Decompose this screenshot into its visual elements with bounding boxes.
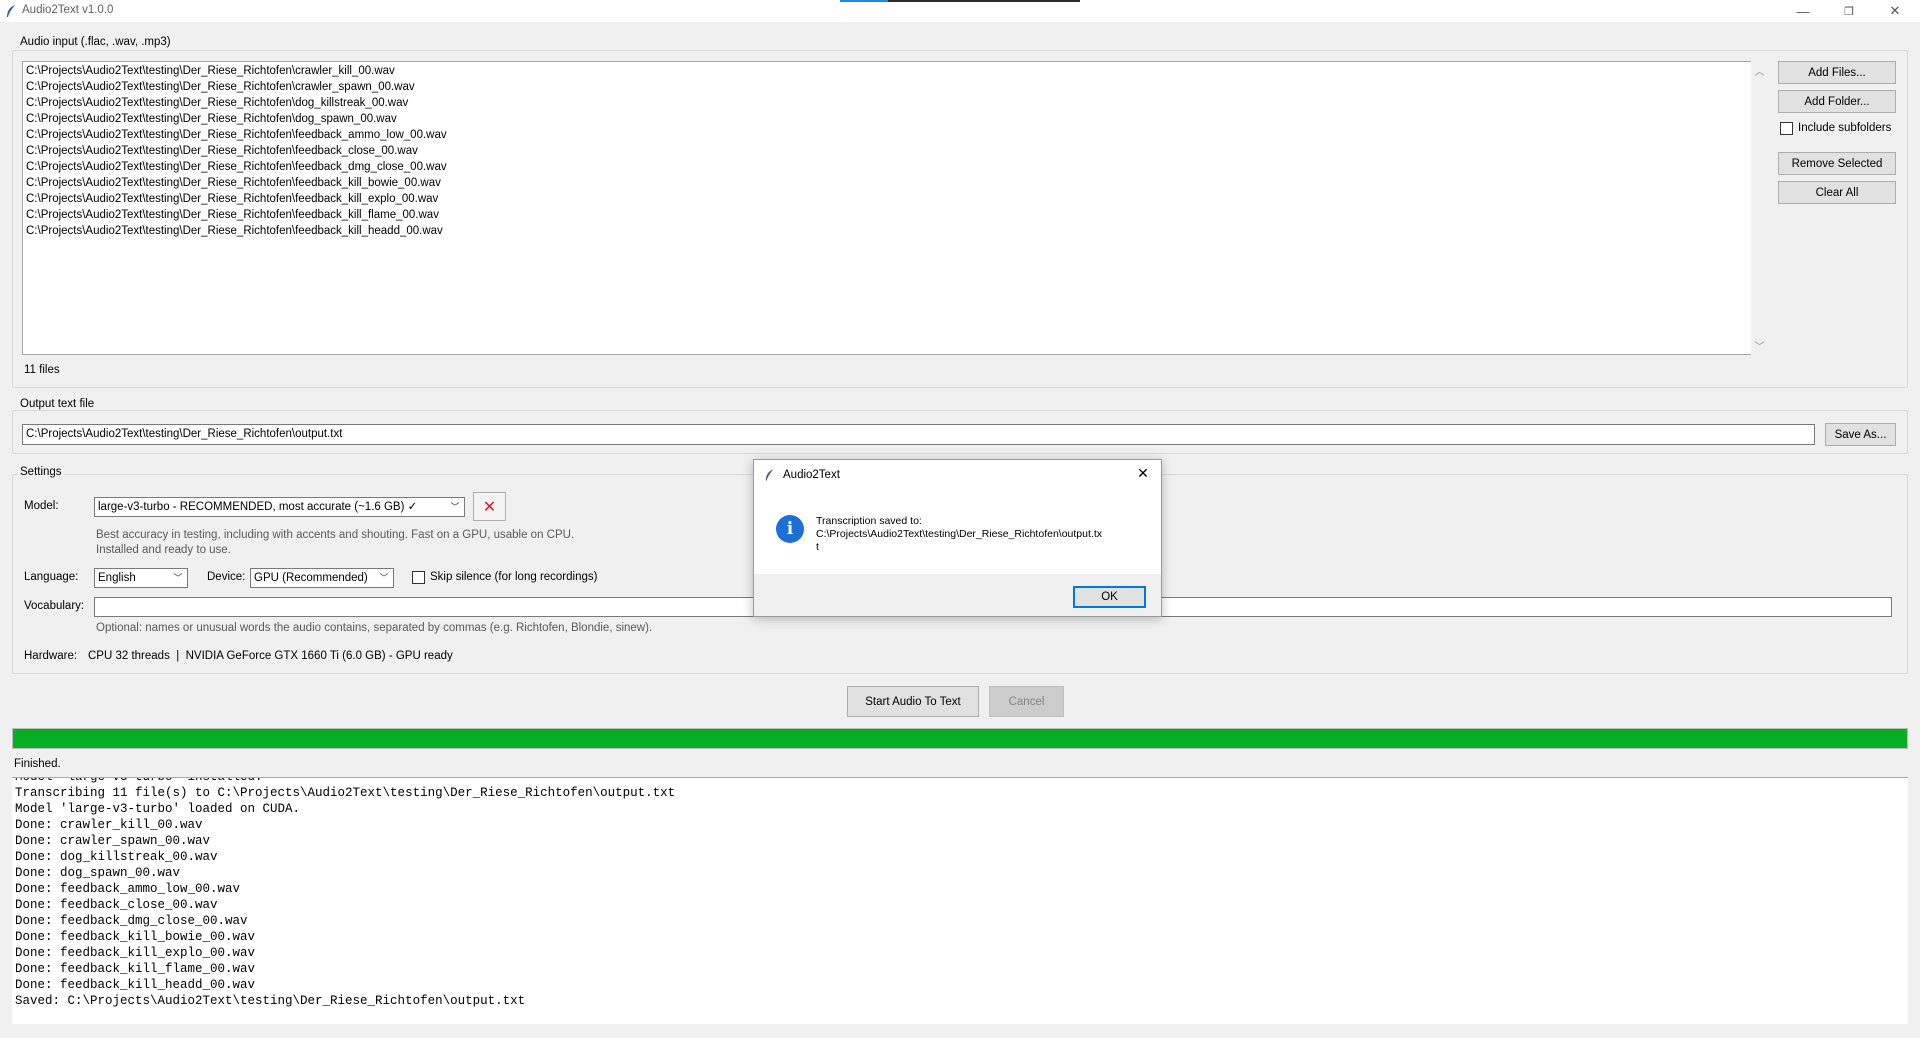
list-item[interactable]: C:\Projects\Audio2Text\testing\Der_Riese…: [23, 95, 1754, 111]
window-title: Audio2Text v1.0.0: [22, 4, 114, 16]
dialog-message-line: C:\Projects\Audio2Text\testing\Der_Riese…: [816, 528, 1102, 540]
start-audio-to-text-button[interactable]: Start Audio To Text: [847, 686, 979, 717]
progress-bar: [12, 728, 1908, 749]
model-select[interactable]: large-v3-turbo - RECOMMENDED, most accur…: [94, 497, 465, 517]
list-item[interactable]: C:\Projects\Audio2Text\testing\Der_Riese…: [23, 111, 1754, 127]
log-line: Transcribing 11 file(s) to C:\Projects\A…: [15, 786, 676, 800]
device-select-value: GPU (Recommended): [254, 572, 368, 584]
add-files-button[interactable]: Add Files...: [1778, 61, 1896, 84]
delete-model-button[interactable]: ✕: [473, 492, 506, 521]
device-select[interactable]: GPU (Recommended) ﹀: [250, 568, 394, 588]
minimize-icon: —: [1796, 3, 1810, 19]
model-status: Installed and ready to use.: [96, 544, 231, 556]
log-line: Done: feedback_kill_flame_00.wav: [15, 962, 256, 976]
log-line: Done: dog_killstreak_00.wav: [15, 850, 218, 864]
audio-input-label: Audio input (.flac, .wav, .mp3): [18, 36, 173, 48]
status-text: Finished.: [14, 758, 61, 770]
list-item[interactable]: C:\Projects\Audio2Text\testing\Der_Riese…: [23, 79, 1754, 95]
log-line: Done: feedback_kill_bowie_00.wav: [15, 930, 256, 944]
include-subfolders-label: Include subfolders: [1798, 122, 1892, 134]
model-description: Best accuracy in testing, including with…: [96, 529, 575, 541]
dialog-title: Audio2Text: [783, 469, 840, 481]
log-line: Saved: C:\Projects\Audio2Text\testing\De…: [15, 994, 526, 1008]
chevron-down-icon: ﹀: [173, 573, 183, 583]
dialog-message: Transcription saved to: C:\Projects\Audi…: [816, 515, 1102, 554]
log-output[interactable]: Model 'large-v3-turbo' installed. Transcr…: [12, 777, 1908, 1024]
close-icon: ✕: [1137, 464, 1149, 481]
feather-icon: [765, 469, 774, 481]
clear-all-button[interactable]: Clear All: [1778, 181, 1896, 204]
include-subfolders-checkbox[interactable]: [1780, 122, 1793, 135]
model-label: Model:: [24, 500, 59, 512]
progress-fill: [13, 729, 1907, 748]
model-select-value: large-v3-turbo - RECOMMENDED, most accur…: [98, 501, 418, 513]
log-line: Done: crawler_spawn_00.wav: [15, 834, 211, 848]
output-path-input[interactable]: C:\Projects\Audio2Text\testing\Der_Riese…: [22, 424, 1815, 445]
maximize-button[interactable]: ❐: [1826, 0, 1872, 22]
list-item[interactable]: C:\Projects\Audio2Text\testing\Der_Riese…: [23, 143, 1754, 159]
list-item[interactable]: C:\Projects\Audio2Text\testing\Der_Riese…: [23, 223, 1754, 239]
minimize-button[interactable]: —: [1780, 0, 1826, 22]
audio-file-list[interactable]: C:\Projects\Audio2Text\testing\Der_Riese…: [22, 61, 1755, 355]
chevron-down-icon: ﹀: [450, 502, 460, 512]
close-icon: ✕: [1889, 3, 1901, 18]
list-item[interactable]: C:\Projects\Audio2Text\testing\Der_Riese…: [23, 207, 1754, 223]
log-line: Done: feedback_kill_explo_00.wav: [15, 946, 256, 960]
device-label: Device:: [207, 571, 246, 583]
settings-label: Settings: [18, 466, 64, 478]
title-bar: Audio2Text v1.0.0 — ❐ ✕: [0, 0, 1920, 22]
skip-silence-label: Skip silence (for long recordings): [430, 571, 598, 583]
dialog-close-button[interactable]: ✕: [1129, 463, 1157, 483]
log-line: Model 'large-v3-turbo' installed.: [15, 777, 263, 784]
log-line: Done: feedback_ammo_low_00.wav: [15, 882, 241, 896]
chevron-down-icon: ﹀: [379, 573, 389, 583]
cancel-button[interactable]: Cancel: [989, 686, 1064, 717]
restore-icon: ❐: [1844, 5, 1854, 18]
info-icon: i: [776, 515, 804, 543]
red-x-icon: ✕: [482, 498, 497, 516]
dialog-footer: OK: [754, 574, 1161, 616]
feather-icon: [7, 5, 15, 17]
list-item[interactable]: C:\Projects\Audio2Text\testing\Der_Riese…: [23, 175, 1754, 191]
ok-button[interactable]: OK: [1073, 586, 1146, 608]
save-as-button[interactable]: Save As...: [1825, 423, 1896, 446]
log-line: Model 'large-v3-turbo' loaded on CUDA.: [15, 802, 301, 816]
vocabulary-label: Vocabulary:: [24, 600, 85, 612]
log-line: Done: feedback_close_00.wav: [15, 898, 218, 912]
remove-selected-button[interactable]: Remove Selected: [1778, 152, 1896, 175]
hardware-label: Hardware:: [24, 650, 78, 662]
vocabulary-hint: Optional: names or unusual words the aud…: [96, 622, 653, 634]
output-label: Output text file: [18, 398, 97, 410]
log-line: Done: crawler_kill_00.wav: [15, 818, 203, 832]
skip-silence-checkbox[interactable]: [412, 571, 425, 584]
dialog-message-line: t: [816, 541, 819, 553]
list-item[interactable]: C:\Projects\Audio2Text\testing\Der_Riese…: [23, 159, 1754, 175]
scroll-down-icon[interactable]: ﹀: [1751, 338, 1768, 353]
file-count: 11 files: [24, 364, 60, 376]
language-label: Language:: [24, 571, 79, 583]
transcription-saved-dialog: Audio2Text ✕ i Transcription saved to: C…: [753, 459, 1162, 617]
title-accent-strip-blue: [840, 0, 888, 2]
log-line: Done: dog_spawn_00.wav: [15, 866, 181, 880]
scroll-up-icon[interactable]: ︿: [1751, 63, 1768, 78]
hardware-value: CPU 32 threads | NVIDIA GeForce GTX 1660…: [88, 650, 453, 662]
language-select[interactable]: English ﹀: [94, 568, 188, 588]
list-item[interactable]: C:\Projects\Audio2Text\testing\Der_Riese…: [23, 127, 1754, 143]
add-folder-button[interactable]: Add Folder...: [1778, 90, 1896, 113]
dialog-message-line: Transcription saved to:: [816, 515, 922, 527]
log-line: Done: feedback_dmg_close_00.wav: [15, 914, 248, 928]
close-window-button[interactable]: ✕: [1872, 0, 1918, 22]
list-item[interactable]: C:\Projects\Audio2Text\testing\Der_Riese…: [23, 63, 1754, 79]
file-list-scrollbar[interactable]: ︿ ﹀: [1751, 61, 1770, 355]
log-line: Done: feedback_kill_headd_00.wav: [15, 978, 256, 992]
language-select-value: English: [98, 572, 136, 584]
list-item[interactable]: C:\Projects\Audio2Text\testing\Der_Riese…: [23, 191, 1754, 207]
